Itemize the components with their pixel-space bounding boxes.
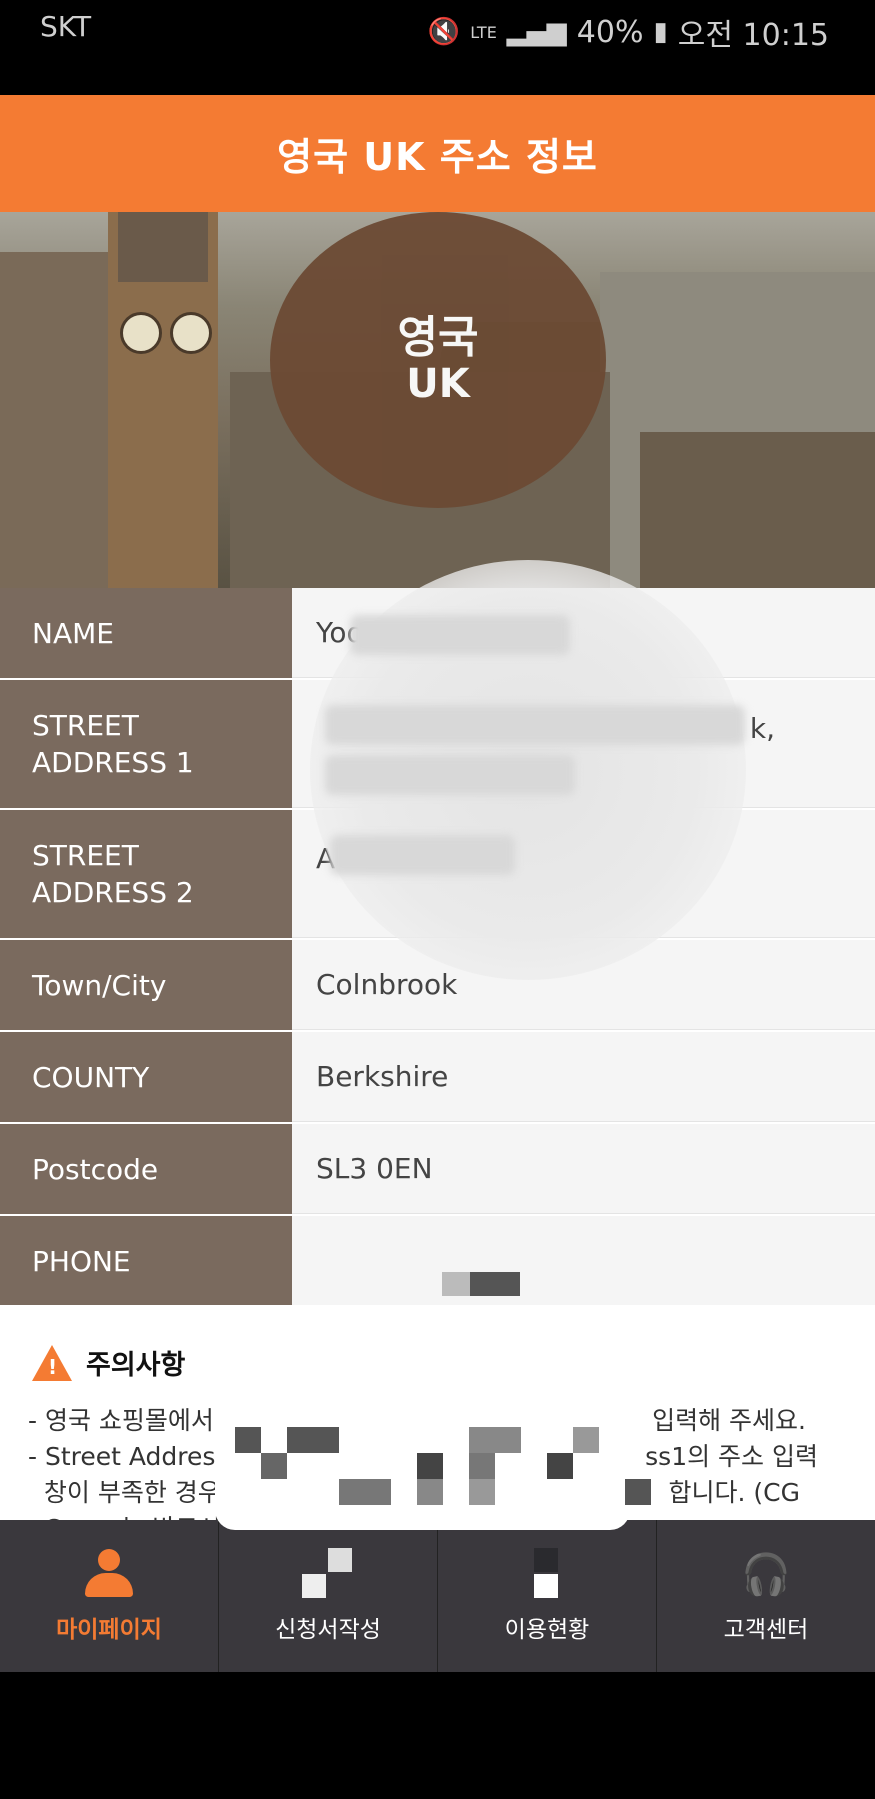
notice-text: 합니다. (CG [668, 1478, 800, 1507]
notice-title: 주의사항 [86, 1350, 186, 1381]
clock-face-icon [120, 312, 162, 354]
redaction-pixel [469, 1479, 495, 1505]
battery-icon: ▮ [653, 17, 668, 47]
signal-icon: ▂▄▆ [506, 17, 567, 47]
field-label-county: COUNTY [0, 1032, 292, 1122]
redaction-blur [350, 615, 570, 655]
badge-country-code: UK [406, 361, 470, 407]
field-value-phone[interactable] [292, 1216, 875, 1306]
redaction-pixel [470, 1272, 520, 1296]
redaction-pixel [469, 1453, 495, 1479]
clock-tower-top [118, 212, 208, 282]
field-label-postcode: Postcode [0, 1124, 292, 1214]
warning-icon: ! [32, 1344, 72, 1381]
network-icon: LTE [470, 22, 497, 42]
system-nav-area [0, 1672, 875, 1799]
notice-text: ss1의 주소 입력 [645, 1442, 818, 1471]
street1-text: k, [749, 712, 775, 745]
notice-text: - Street Addres [28, 1442, 216, 1471]
redaction-blur [325, 705, 745, 745]
redaction-pixel [547, 1453, 573, 1479]
nav-application[interactable]: 신청서작성 [219, 1520, 438, 1672]
clock: 오전 10:15 [677, 18, 829, 53]
bottom-nav: 마이페이지 신청서작성 이용현황 🎧 고객센터 [0, 1520, 875, 1672]
field-label-street1: STREET ADDRESS 1 [0, 680, 292, 808]
notice-text: 창이 부족한 경우 [28, 1478, 221, 1507]
status-bar: SKT 🔇 LTE ▂▄▆ 40% ▮ 오전 10:15 [0, 0, 875, 95]
field-value-county[interactable]: Berkshire [292, 1032, 875, 1122]
battery-percent: 40% [576, 14, 644, 50]
nav-label: 고객센터 [723, 1617, 809, 1643]
field-label-phone: PHONE [0, 1216, 292, 1306]
redaction-pixel [469, 1427, 521, 1453]
badge-country-korean: 영국 [397, 312, 479, 363]
table-row: COUNTY Berkshire [0, 1032, 875, 1124]
status-icon [534, 1548, 560, 1600]
field-label-town: Town/City [0, 940, 292, 1030]
app-header: 영국 UK 주소 정보 [0, 95, 875, 212]
redaction-pixel [235, 1427, 261, 1453]
redaction-pixel [287, 1427, 339, 1453]
field-label-name: NAME [0, 588, 292, 678]
carrier-label: SKT [40, 10, 92, 43]
redaction-pixel [625, 1479, 651, 1505]
redaction-pixel [442, 1272, 472, 1296]
field-value-postcode[interactable]: SL3 0EN [292, 1124, 875, 1214]
redaction-pixel [261, 1453, 287, 1479]
table-row: PHONE [0, 1216, 875, 1308]
country-badge: 영국 UK [270, 212, 606, 508]
mute-icon: 🔇 [427, 17, 461, 47]
nav-label: 이용현황 [504, 1617, 590, 1643]
redaction-pixel [417, 1479, 443, 1505]
building [640, 432, 875, 588]
table-row: Postcode SL3 0EN [0, 1124, 875, 1216]
notice-text: 입력해 주세요. [652, 1406, 806, 1435]
clock-face-icon [170, 312, 212, 354]
redaction-pixel [573, 1427, 599, 1453]
status-right: 🔇 LTE ▂▄▆ 40% ▮ 오전 10:15 [428, 10, 829, 54]
redaction-blur [330, 835, 515, 875]
person-icon [83, 1548, 135, 1600]
nav-customer-center[interactable]: 🎧 고객센터 [657, 1520, 875, 1672]
nav-mypage[interactable]: 마이페이지 [0, 1520, 219, 1672]
nav-label: 마이페이지 [56, 1617, 162, 1643]
redaction-blur [325, 755, 575, 795]
building [0, 252, 120, 588]
redaction-pixel [417, 1453, 443, 1479]
page-title: 영국 UK 주소 정보 [277, 135, 598, 179]
field-label-street2: STREET ADDRESS 2 [0, 810, 292, 938]
nav-label: 신청서작성 [275, 1617, 381, 1643]
notice-header: ! 주의사항 [32, 1343, 185, 1382]
form-icon [302, 1548, 354, 1600]
redaction-pixel [339, 1479, 391, 1505]
headset-icon: 🎧 [741, 1551, 791, 1598]
nav-usage-status[interactable]: 이용현황 [438, 1520, 657, 1672]
notice-text: - 영국 쇼핑몰에서 [28, 1406, 214, 1435]
